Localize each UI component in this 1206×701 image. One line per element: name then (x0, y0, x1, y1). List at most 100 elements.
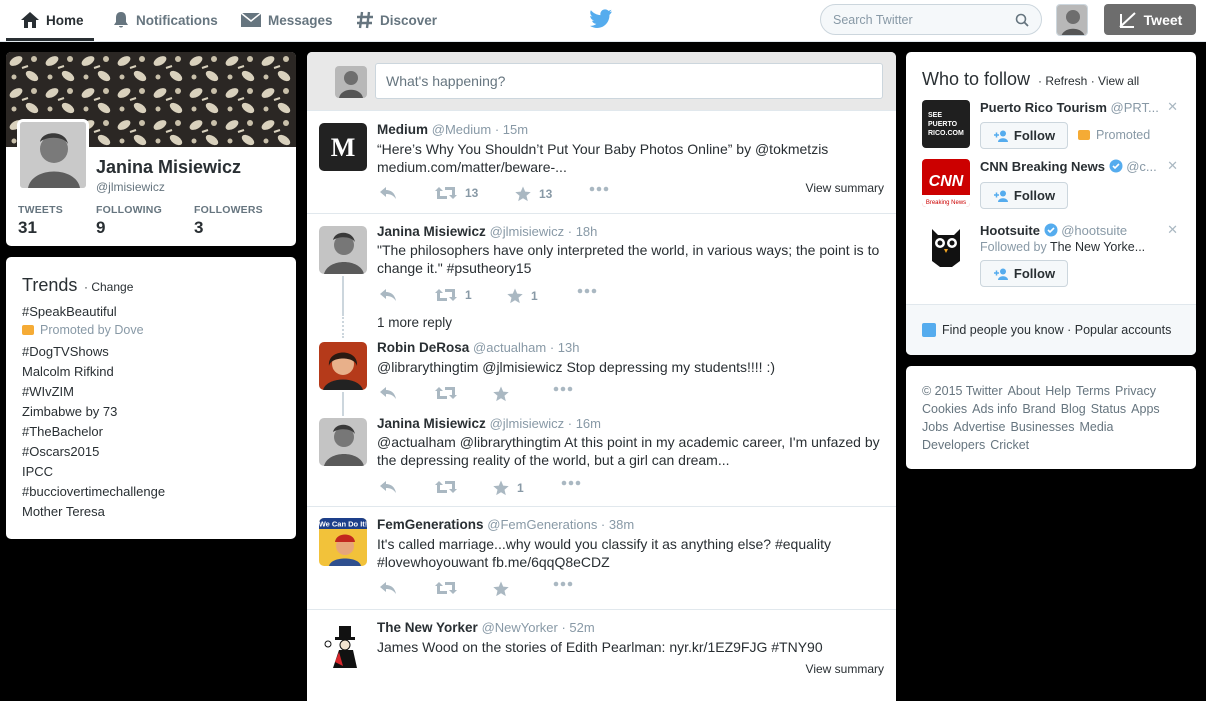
footer-link[interactable]: Jobs (922, 418, 948, 436)
followed-by-name[interactable]: The New Yorke... (1050, 240, 1145, 254)
stat-followers[interactable]: FOLLOWERS 3 (194, 204, 263, 238)
retweet-button[interactable] (435, 386, 457, 400)
more-options-button[interactable] (589, 186, 609, 192)
footer-link[interactable]: Cookies (922, 400, 967, 418)
tweet-author[interactable]: FemGenerations (377, 517, 484, 532)
tweet-avatar[interactable]: M (319, 123, 367, 171)
trends-change-link[interactable]: · Change (84, 280, 133, 294)
tweet-item[interactable]: M Medium @Medium · 15m “Here’s Why You S… (307, 111, 896, 214)
tweet-meta[interactable]: @FemGenerations · 38m (487, 517, 634, 532)
footer-link[interactable]: Brand (1022, 400, 1055, 418)
trend-item[interactable]: Malcolm Rifkind (22, 364, 114, 379)
tweet-author[interactable]: The New Yorker (377, 620, 478, 635)
footer-link[interactable]: Privacy (1115, 382, 1156, 400)
more-reply-link[interactable]: 1 more reply (377, 315, 452, 330)
popular-accounts-link[interactable]: · Popular accounts (1067, 323, 1171, 337)
view-summary-link[interactable]: View summary (806, 662, 884, 676)
suggested-account-avatar[interactable]: SEE PUERTO RICO.COM (922, 100, 970, 148)
reply-button[interactable] (379, 288, 397, 302)
retweet-button[interactable]: 1 (435, 288, 472, 302)
tweet-item[interactable]: We Can Do It! FemGenerations @FemGenerat… (307, 507, 896, 610)
tweet-author[interactable]: Robin DeRosa (377, 340, 469, 355)
search-input[interactable]: Search Twitter (820, 4, 1042, 35)
suggested-account-name[interactable]: CNN Breaking News @c... (980, 159, 1170, 174)
favorite-button[interactable]: 1 (493, 480, 524, 496)
view-all-link[interactable]: · View all (1091, 74, 1139, 88)
reply-button[interactable] (379, 186, 397, 200)
suggested-account-avatar[interactable] (922, 223, 970, 271)
favorite-button[interactable] (493, 386, 509, 402)
more-options-button[interactable] (561, 480, 581, 486)
tweet-author[interactable]: Janina Misiewicz (377, 224, 486, 239)
more-options-button[interactable] (553, 386, 573, 392)
footer-link[interactable]: Terms (1076, 382, 1110, 400)
favorite-button[interactable] (493, 581, 509, 597)
profile-name[interactable]: Janina Misiewicz (96, 157, 241, 178)
tweet-avatar[interactable] (319, 342, 367, 390)
footer-link[interactable]: Blog (1061, 400, 1086, 418)
retweet-button[interactable] (435, 581, 457, 595)
follow-button[interactable]: Follow (980, 122, 1068, 149)
footer-link[interactable]: Developers (922, 436, 985, 454)
suggested-account-avatar[interactable]: CNN Breaking News (922, 159, 970, 207)
retweet-button[interactable] (435, 480, 457, 494)
footer-link[interactable]: Help (1045, 382, 1071, 400)
find-people-link[interactable]: Find people you know (942, 323, 1064, 337)
tweet-meta[interactable]: @NewYorker · 52m (482, 620, 595, 635)
footer-link[interactable]: Status (1091, 400, 1126, 418)
reply-button[interactable] (379, 581, 397, 595)
trend-item[interactable]: #DogTVShows (22, 344, 109, 359)
reply-button[interactable] (379, 480, 397, 494)
follow-button[interactable]: Follow (980, 260, 1068, 287)
tweet-avatar[interactable] (319, 622, 367, 670)
footer-link[interactable]: Advertise (953, 418, 1005, 436)
dismiss-icon[interactable]: ✕ (1167, 99, 1178, 115)
reply-button[interactable] (379, 386, 397, 400)
stat-tweets[interactable]: TWEETS 31 (18, 204, 63, 238)
trend-item[interactable]: Zimbabwe by 73 (22, 404, 117, 419)
refresh-link[interactable]: · Refresh (1038, 74, 1087, 88)
twitter-bird-logo[interactable] (590, 9, 612, 28)
follow-button[interactable]: Follow (980, 182, 1068, 209)
tweet-meta[interactable]: @Medium · 15m (432, 122, 528, 137)
trend-item[interactable]: #TheBachelor (22, 424, 103, 439)
tweet-author[interactable]: Medium (377, 122, 428, 137)
tweet-avatar[interactable] (319, 226, 367, 274)
footer-link[interactable]: Media (1079, 418, 1113, 436)
tweet-author[interactable]: Janina Misiewicz (377, 416, 486, 431)
trend-item[interactable]: #SpeakBeautiful (22, 304, 117, 319)
profile-handle[interactable]: @jlmisiewicz (96, 180, 165, 194)
retweet-button[interactable]: 13 (435, 186, 478, 200)
trend-item[interactable]: #WIvZIM (22, 384, 74, 399)
more-options-button[interactable] (553, 581, 573, 587)
trend-item[interactable]: Mother Teresa (22, 504, 105, 519)
tweet-meta[interactable]: @jlmisiewicz · 18h (490, 224, 598, 239)
footer-link[interactable]: About (1008, 382, 1041, 400)
account-avatar[interactable] (1056, 4, 1088, 36)
tweet-avatar[interactable]: We Can Do It! (319, 518, 367, 566)
nav-discover[interactable]: Discover (356, 0, 437, 40)
tweet-meta[interactable]: @actualham · 13h (473, 340, 579, 355)
nav-notifications[interactable]: Notifications (112, 0, 218, 40)
nav-home[interactable]: Home (20, 0, 84, 40)
footer-link[interactable]: Ads info (972, 400, 1017, 418)
more-options-button[interactable] (577, 288, 597, 294)
profile-avatar[interactable] (17, 119, 89, 191)
view-summary-link[interactable]: View summary (806, 181, 884, 195)
tweet-avatar[interactable] (319, 418, 367, 466)
tweet-item[interactable]: The New Yorker @NewYorker · 52m James Wo… (307, 610, 896, 701)
favorite-button[interactable]: 13 (515, 186, 552, 202)
dismiss-icon[interactable]: ✕ (1167, 158, 1178, 174)
compose-input[interactable]: What's happening? (375, 63, 883, 99)
footer-link[interactable]: Cricket (990, 436, 1029, 454)
nav-messages[interactable]: Messages (240, 0, 333, 40)
trend-item[interactable]: IPCC (22, 464, 53, 479)
suggested-account-name[interactable]: Puerto Rico Tourism @PRT... (980, 100, 1170, 115)
trend-item[interactable]: #Oscars2015 (22, 444, 99, 459)
trend-item[interactable]: #bucciovertimechallenge (22, 484, 165, 499)
footer-link[interactable]: Apps (1131, 400, 1160, 418)
compose-tweet-button[interactable]: Tweet (1104, 4, 1196, 35)
footer-link[interactable]: Businesses (1011, 418, 1075, 436)
stat-following[interactable]: FOLLOWING 9 (96, 204, 162, 238)
magnifier-icon[interactable] (1015, 13, 1029, 27)
